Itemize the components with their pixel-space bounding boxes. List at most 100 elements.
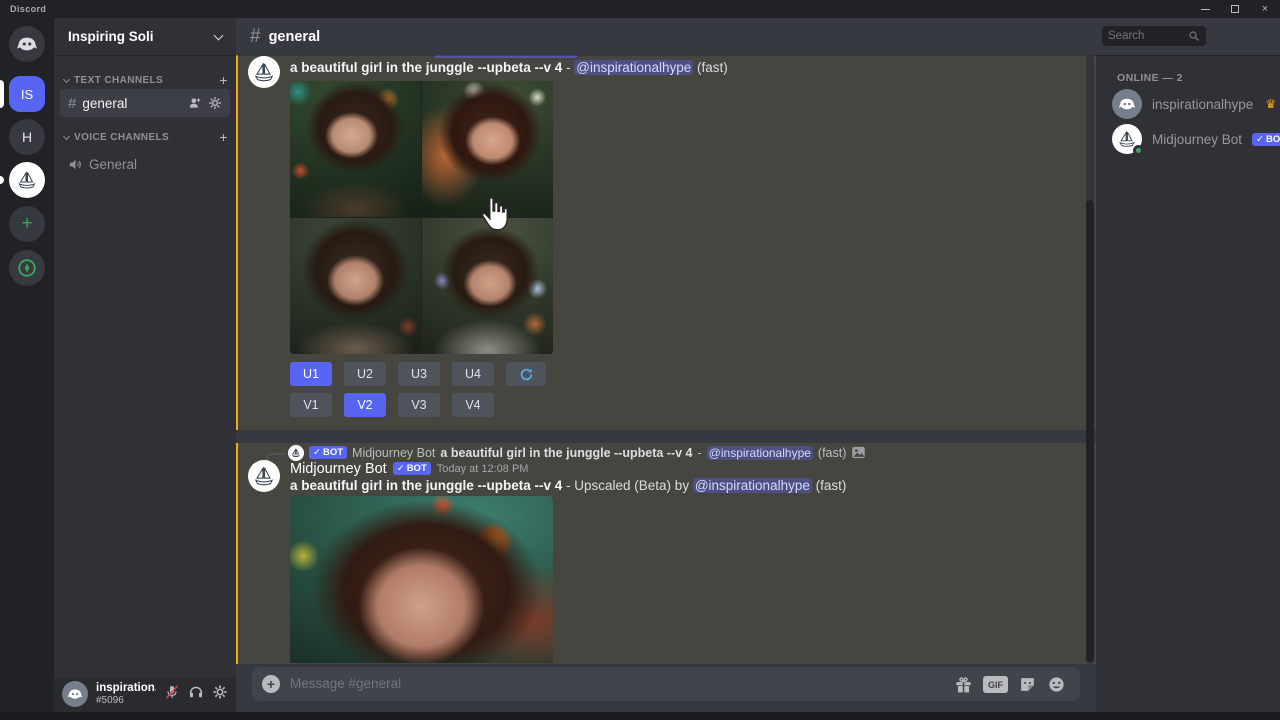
- grid-image-3[interactable]: [290, 218, 421, 354]
- discord-logo-icon: [67, 686, 83, 702]
- selected-server-pill: [0, 80, 4, 108]
- discord-window: Discord × IS H: [0, 0, 1280, 720]
- server-header[interactable]: Inspiring Soli: [54, 18, 236, 55]
- button-u4[interactable]: U4: [452, 362, 494, 386]
- add-server-button[interactable]: +: [9, 206, 45, 242]
- message-text: a beautiful girl in the junggle --upbeta…: [290, 60, 728, 75]
- generated-image-grid[interactable]: [290, 81, 553, 354]
- close-button[interactable]: ×: [1250, 0, 1280, 18]
- avatar[interactable]: [62, 681, 88, 707]
- server-name: Inspiring Soli: [68, 29, 154, 44]
- message-input-area: + Message #general GIF: [236, 664, 1096, 712]
- microphone-muted-icon: [164, 684, 180, 700]
- discord-logo-icon: [16, 33, 38, 55]
- compass-icon: [16, 257, 38, 279]
- sticker-button[interactable]: [1018, 675, 1037, 694]
- server-icon-midjourney[interactable]: [9, 162, 45, 198]
- bot-badge: ✓BOT: [1252, 133, 1280, 146]
- button-v2[interactable]: V2: [344, 393, 386, 417]
- grid-image-1[interactable]: [290, 81, 421, 217]
- voice-channels-section[interactable]: VOICE CHANNELS +: [64, 129, 228, 145]
- button-v1[interactable]: V1: [290, 393, 332, 417]
- search-icon: [1188, 30, 1200, 42]
- upscale-buttons-row: U1 U2 U3 U4: [290, 362, 546, 386]
- chat-scrollbar-thumb[interactable]: [1086, 200, 1094, 662]
- sailboat-icon: [251, 59, 277, 85]
- button-v3[interactable]: V3: [398, 393, 440, 417]
- member-inspirationalhype[interactable]: inspirationalhype ♛: [1104, 86, 1272, 122]
- headphones-icon: [188, 684, 204, 700]
- username[interactable]: inspiration...: [96, 682, 156, 694]
- plus-icon: +: [21, 213, 32, 235]
- mute-microphone-button[interactable]: [164, 684, 180, 700]
- button-v4[interactable]: V4: [452, 393, 494, 417]
- button-u2[interactable]: U2: [344, 362, 386, 386]
- input-placeholder: Message #general: [290, 676, 401, 691]
- refresh-icon: [519, 367, 534, 382]
- server-icon-inspiring-soli[interactable]: IS: [9, 76, 45, 112]
- home-button[interactable]: [9, 26, 45, 62]
- mention-pill[interactable]: @inspirationalhype: [693, 478, 812, 493]
- minimize-icon: [1201, 9, 1210, 10]
- discord-logo-icon: [1118, 95, 1136, 113]
- message-midjourney-upscaled: ✓BOT Midjourney Bot a beautiful girl in …: [236, 443, 1096, 664]
- button-u1[interactable]: U1: [290, 362, 332, 386]
- maximize-icon: [1231, 5, 1239, 13]
- unread-server-pill: [0, 176, 4, 184]
- check-icon: ✓: [397, 463, 405, 474]
- titlebar: Discord ×: [0, 0, 1280, 18]
- avatar[interactable]: [248, 56, 280, 88]
- channel-sidebar: Inspiring Soli TEXT CHANNELS + # general: [54, 18, 236, 712]
- text-channels-section[interactable]: TEXT CHANNELS +: [64, 72, 228, 88]
- online-status-dot: [1133, 145, 1144, 156]
- server-icon-h[interactable]: H: [9, 119, 45, 155]
- button-u3[interactable]: U3: [398, 362, 440, 386]
- member-midjourney-bot[interactable]: Midjourney Bot ✓BOT: [1104, 121, 1272, 157]
- attach-file-button[interactable]: +: [262, 675, 280, 693]
- channel-title: general: [269, 29, 321, 45]
- mention-pill[interactable]: @inspirationalhype: [574, 60, 693, 75]
- image-attachment-icon: [851, 445, 866, 460]
- close-icon: ×: [1262, 3, 1268, 15]
- user-discriminator: #5096: [96, 695, 124, 706]
- timestamp: Today at 12:08 PM: [437, 463, 529, 475]
- upscaled-image[interactable]: [290, 496, 553, 663]
- plus-icon: +: [267, 676, 275, 692]
- channel-settings-gear-icon[interactable]: [208, 96, 222, 110]
- user-settings-button[interactable]: [212, 684, 228, 700]
- grid-image-4[interactable]: [422, 218, 553, 354]
- author-name[interactable]: Midjourney Bot: [290, 461, 387, 477]
- create-channel-icon[interactable]: +: [219, 129, 228, 145]
- mention-pill[interactable]: @inspirationalhype: [707, 446, 813, 460]
- app-title: Discord: [10, 4, 46, 14]
- emoji-button[interactable]: [1047, 675, 1066, 694]
- channel-general[interactable]: # general: [60, 89, 230, 117]
- sailboat-icon: [290, 447, 302, 459]
- message-text: a beautiful girl in the junggle --upbeta…: [290, 478, 846, 493]
- avatar: [1112, 89, 1142, 119]
- online-count-label: ONLINE — 2: [1117, 72, 1183, 84]
- explore-button[interactable]: [9, 250, 45, 286]
- reroll-button[interactable]: [506, 362, 546, 386]
- reply-author[interactable]: Midjourney Bot: [352, 446, 435, 460]
- search-placeholder: Search: [1108, 30, 1144, 42]
- gift-button[interactable]: [954, 675, 973, 694]
- channel-voice-general[interactable]: General: [60, 150, 230, 178]
- hash-icon: #: [68, 95, 76, 112]
- reply-text: a beautiful girl in the junggle --upbeta…: [440, 446, 692, 460]
- minimize-button[interactable]: [1190, 0, 1220, 18]
- message-author-row: Midjourney Bot ✓BOT Today at 12:08 PM: [290, 459, 528, 478]
- window-controls: ×: [1190, 0, 1280, 18]
- variation-buttons-row: V1 V2 V3 V4: [290, 393, 494, 417]
- channel-name: general: [82, 96, 127, 111]
- maximize-button[interactable]: [1220, 0, 1250, 18]
- create-channel-icon[interactable]: +: [219, 72, 228, 88]
- deafen-button[interactable]: [188, 684, 204, 700]
- gif-button[interactable]: GIF: [983, 676, 1008, 693]
- message-input[interactable]: + Message #general GIF: [252, 667, 1080, 701]
- chevron-down-icon: [63, 75, 70, 82]
- avatar[interactable]: [248, 460, 280, 492]
- create-invite-icon[interactable]: [188, 96, 202, 110]
- clipped-message-fragment: [435, 55, 577, 58]
- search-input[interactable]: Search: [1102, 26, 1206, 46]
